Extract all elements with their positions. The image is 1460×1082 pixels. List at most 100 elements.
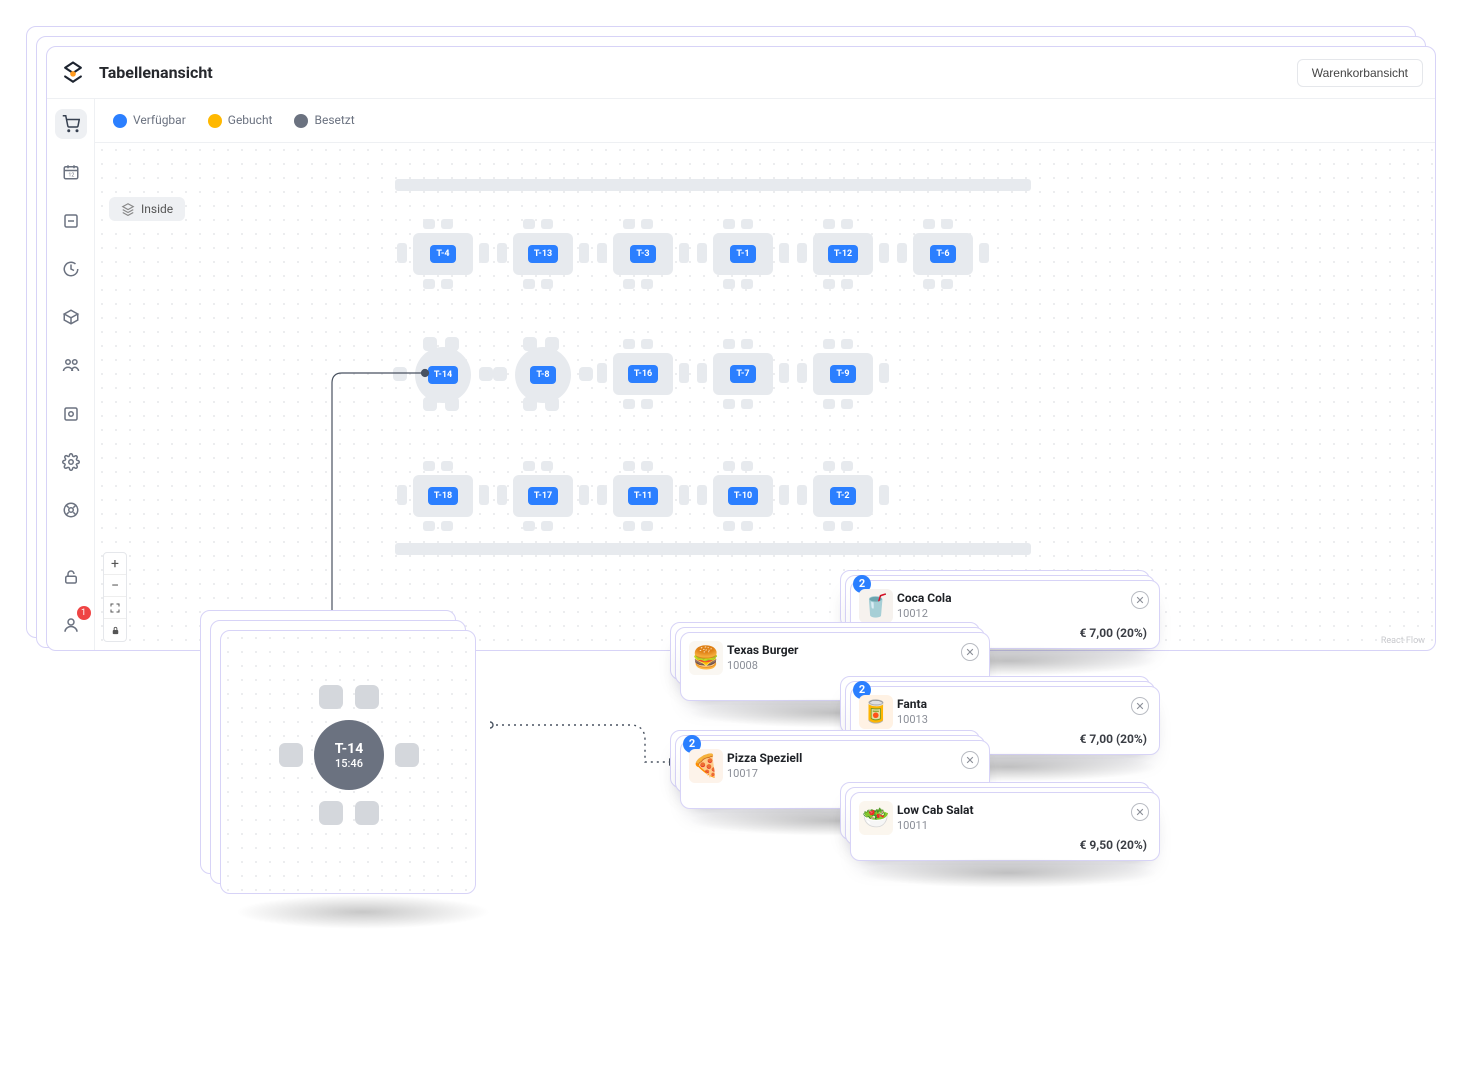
cart-card-dropshadow	[858, 858, 1158, 888]
cart-item-card[interactable]: 🥗✕Low Cab Salat10011€ 9,50 (20%)	[850, 792, 1160, 861]
table-label: T-4	[430, 245, 455, 263]
chair	[541, 521, 553, 531]
chair	[823, 521, 835, 531]
chair	[597, 243, 607, 263]
chair	[723, 219, 735, 229]
sidebar-item-settings[interactable]	[55, 447, 87, 477]
chair	[679, 363, 689, 383]
users-icon	[62, 356, 80, 374]
chair	[479, 485, 489, 505]
sidebar-item-lock[interactable]	[55, 561, 87, 591]
table-t-16[interactable]: T-16	[595, 339, 691, 409]
zoom-card-shadow	[235, 895, 491, 929]
gear-icon	[62, 453, 80, 471]
floor-selector[interactable]: Inside	[109, 197, 185, 221]
chair	[679, 485, 689, 505]
table-t-17[interactable]: T-17	[495, 461, 591, 531]
table-t-4[interactable]: T-4	[395, 219, 491, 289]
chair	[797, 485, 807, 505]
notification-badge: 1	[77, 606, 91, 620]
user-icon	[62, 616, 80, 634]
sidebar-item-history[interactable]	[55, 254, 87, 284]
item-thumbnail: 🍕	[689, 749, 723, 783]
table-t-13[interactable]: T-13	[495, 219, 591, 289]
table-label: T-12	[828, 245, 858, 263]
zoom-in-button[interactable]: +	[104, 553, 126, 575]
table-body: T-2	[813, 475, 873, 517]
legend-dot-occupied	[294, 114, 308, 128]
table-body: T-11	[613, 475, 673, 517]
table-t-7[interactable]: T-7	[695, 339, 791, 409]
table-t-2[interactable]: T-2	[795, 461, 891, 531]
table-label: T-6	[930, 245, 955, 263]
chair	[397, 243, 407, 263]
chair	[395, 743, 419, 767]
chair	[479, 367, 493, 381]
chair	[823, 399, 835, 409]
sidebar-item-calendar[interactable]: 12	[55, 157, 87, 187]
table-label: T-2	[830, 487, 855, 505]
remove-item-button[interactable]: ✕	[961, 643, 979, 661]
chair	[823, 461, 835, 471]
chair	[823, 279, 835, 289]
table-t-8[interactable]: T-8	[495, 339, 591, 409]
sidebar-item-account[interactable]: 1	[55, 610, 87, 640]
table-t-10[interactable]: T-10	[695, 461, 791, 531]
lock-canvas-button[interactable]	[104, 619, 126, 641]
page-title: Tabellenansicht	[99, 63, 213, 82]
zoom-table[interactable]: T-14 15:46	[314, 720, 384, 790]
item-sku: 10011	[897, 819, 1147, 832]
chair	[641, 279, 653, 289]
chair	[697, 243, 707, 263]
chair	[797, 243, 807, 263]
chair	[641, 521, 653, 531]
table-body: T-10	[713, 475, 773, 517]
canvas-column: Verfügbar Gebucht Besetzt Inside T-4T-13…	[95, 99, 1435, 650]
chair	[641, 219, 653, 229]
canvas-attribution: React Flow	[1381, 636, 1425, 646]
layers-icon	[121, 202, 135, 216]
chair	[523, 461, 535, 471]
table-t-11[interactable]: T-11	[595, 461, 691, 531]
item-thumbnail: 🥗	[859, 801, 893, 835]
floorplan-canvas[interactable]: Inside T-4T-13T-3T-1T-12T-6T-14T-8T-16T-…	[95, 143, 1435, 650]
chair	[779, 363, 789, 383]
chair	[523, 219, 535, 229]
sidebar-item-safe[interactable]	[55, 399, 87, 429]
remove-item-button[interactable]: ✕	[961, 751, 979, 769]
chair	[497, 485, 507, 505]
table-body: T-7	[713, 353, 773, 395]
remove-item-button[interactable]: ✕	[1131, 697, 1149, 715]
canvas-controls: + −	[103, 552, 127, 642]
table-t-6[interactable]: T-6	[895, 219, 991, 289]
chair	[723, 279, 735, 289]
box-icon	[62, 308, 80, 326]
table-t-9[interactable]: T-9	[795, 339, 891, 409]
table-t-1[interactable]: T-1	[695, 219, 791, 289]
app-logo-icon	[59, 59, 87, 87]
remove-item-button[interactable]: ✕	[1131, 803, 1149, 821]
fit-view-button[interactable]	[104, 597, 126, 619]
table-label: T-9	[830, 365, 855, 383]
table-t-12[interactable]: T-12	[795, 219, 891, 289]
chair	[423, 219, 435, 229]
sidebar-item-receipt[interactable]	[55, 206, 87, 236]
table-label: T-8	[530, 366, 555, 384]
chair	[441, 279, 453, 289]
chair	[279, 743, 303, 767]
sidebar-item-users[interactable]	[55, 350, 87, 380]
cart-view-button[interactable]: Warenkorbansicht	[1297, 59, 1423, 87]
chair	[779, 485, 789, 505]
item-thumbnail: 🥫	[859, 695, 893, 729]
table-body: T-3	[613, 233, 673, 275]
sidebar-item-cart[interactable]	[55, 109, 87, 139]
table-body: T-1	[713, 233, 773, 275]
table-t-3[interactable]: T-3	[595, 219, 691, 289]
table-body: T-17	[513, 475, 573, 517]
remove-item-button[interactable]: ✕	[1131, 591, 1149, 609]
sidebar-item-inventory[interactable]	[55, 302, 87, 332]
zoom-out-button[interactable]: −	[104, 575, 126, 597]
chair	[879, 243, 889, 263]
sidebar-item-help[interactable]	[55, 495, 87, 525]
table-label: T-16	[628, 365, 658, 383]
